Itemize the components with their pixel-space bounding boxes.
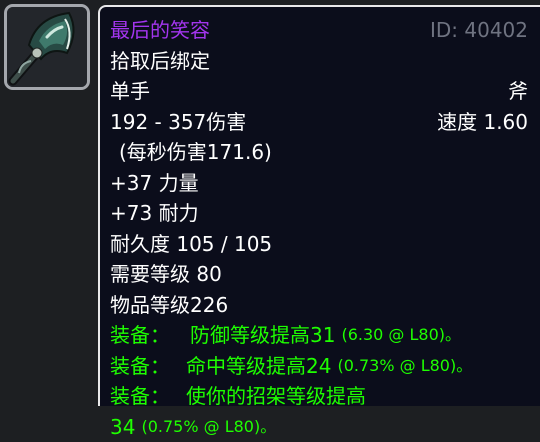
required-level-row: 需要等级 80 bbox=[110, 259, 528, 290]
damage-speed-row: 192 - 357伤害 速度 1.60 bbox=[110, 107, 528, 138]
dps-row: (每秒伤害171.6) bbox=[110, 137, 528, 168]
equip-label: 装备： bbox=[110, 320, 170, 351]
item-level-row: 物品等级226 bbox=[110, 290, 528, 321]
binding-row: 拾取后绑定 bbox=[110, 46, 528, 77]
equip-effect-parry: 装备： 使你的招架等级提高 bbox=[110, 381, 528, 412]
equip-effect-text: 命中等级提高24 bbox=[186, 351, 331, 382]
item-durability: 耐久度 105 / 105 bbox=[110, 229, 272, 260]
equip-effect-detail: (0.75% @ L80)。 bbox=[141, 412, 276, 442]
equip-effect-text: 防御等级提高31 bbox=[190, 320, 335, 351]
item-tooltip: 最后的笑容 ID: 40402 拾取后绑定 单手 斧 192 - 357伤害 速… bbox=[98, 5, 540, 406]
item-dps: (每秒伤害171.6) bbox=[119, 137, 272, 168]
item-icon-frame[interactable] bbox=[4, 4, 90, 90]
equip-label: 装备： bbox=[110, 351, 170, 382]
item-damage: 192 - 357伤害 bbox=[110, 107, 246, 138]
equip-effect-detail: (6.30 @ L80)。 bbox=[341, 320, 461, 351]
binding-text: 拾取后绑定 bbox=[110, 46, 210, 77]
item-id: ID: 40402 bbox=[430, 15, 528, 46]
equip-effect-text: 使你的招架等级提高 bbox=[186, 381, 366, 412]
stat-row-stamina: +73 耐力 bbox=[110, 198, 528, 229]
equip-effect-hit: 装备： 命中等级提高24 (0.73% @ L80)。 bbox=[110, 351, 528, 382]
durability-row: 耐久度 105 / 105 bbox=[110, 229, 528, 260]
item-slot: 单手 bbox=[110, 76, 150, 107]
equip-effect-detail: (0.73% @ L80)。 bbox=[337, 351, 472, 382]
item-level: 物品等级226 bbox=[110, 290, 228, 321]
stat-row-strength: +37 力量 bbox=[110, 168, 528, 199]
item-type: 斧 bbox=[508, 76, 528, 107]
equip-effect-value: 34 bbox=[110, 412, 135, 442]
stat-stamina: +73 耐力 bbox=[110, 198, 199, 229]
equip-label: 装备： bbox=[110, 381, 170, 412]
tooltip-header-row: 最后的笑容 ID: 40402 bbox=[110, 15, 528, 46]
equip-effect-defense: 装备： 防御等级提高31 (6.30 @ L80)。 bbox=[110, 320, 528, 351]
slot-type-row: 单手 斧 bbox=[110, 76, 528, 107]
item-name[interactable]: 最后的笑容 bbox=[110, 15, 210, 46]
equip-effect-parry-cont: 34 (0.75% @ L80)。 bbox=[110, 412, 528, 442]
stat-strength: +37 力量 bbox=[110, 168, 199, 199]
axe-icon bbox=[7, 7, 87, 87]
required-level: 需要等级 80 bbox=[110, 259, 222, 290]
item-speed: 速度 1.60 bbox=[437, 107, 528, 138]
